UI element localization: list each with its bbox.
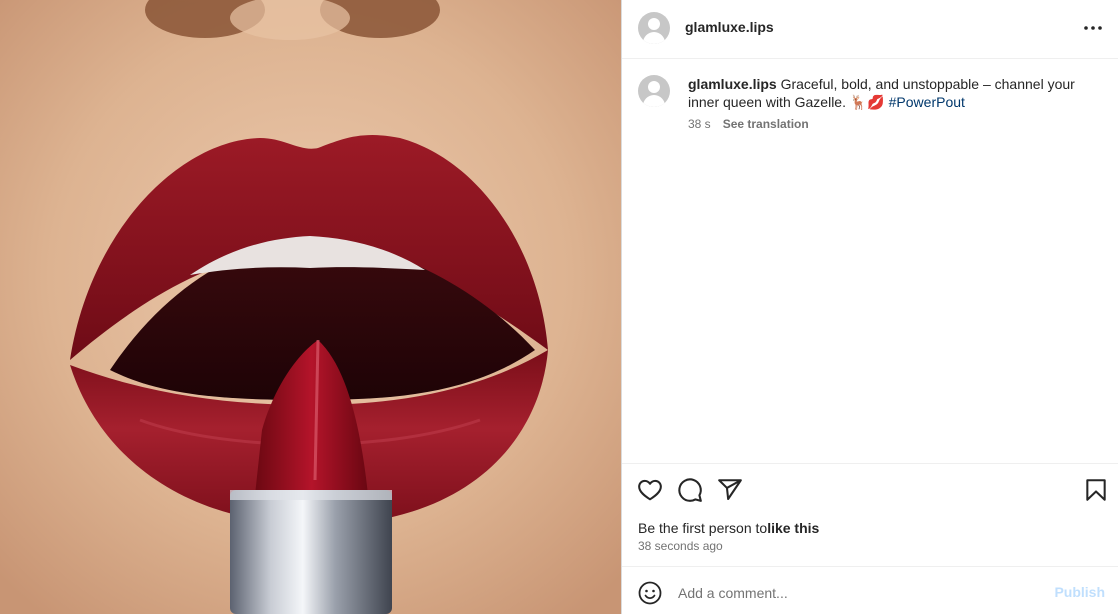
post-author-username[interactable]: glamluxe.lips — [685, 19, 774, 35]
action-bar: Be the first person tolike this 38 secon… — [622, 463, 1118, 566]
bookmark-icon[interactable] — [1083, 477, 1109, 503]
hashtag-link[interactable]: #PowerPout — [889, 94, 965, 110]
see-translation-link[interactable]: See translation — [723, 117, 809, 131]
caption-section: glamluxe.lips Graceful, bold, and unstop… — [622, 59, 1118, 463]
comment-input[interactable] — [678, 579, 1038, 607]
avatar[interactable] — [638, 12, 670, 44]
caption-meta: 38 s See translation — [688, 117, 809, 131]
emoji-icon[interactable] — [638, 581, 662, 605]
comment-bar: Publish — [622, 566, 1118, 614]
post-header: glamluxe.lips — [622, 0, 1118, 59]
publish-button[interactable]: Publish — [1054, 584, 1105, 600]
lips-lipstick-photo — [0, 0, 621, 614]
likes-prefix: Be the first person to — [638, 520, 768, 536]
caption-username[interactable]: glamluxe.lips — [688, 76, 777, 92]
post-image[interactable] — [0, 0, 621, 614]
share-icon[interactable] — [717, 477, 743, 503]
post-timestamp: 38 seconds ago — [638, 539, 723, 553]
more-options-icon — [1084, 26, 1102, 30]
caption-age: 38 s — [688, 117, 711, 131]
more-options-button[interactable] — [1081, 16, 1105, 40]
caption-avatar[interactable] — [638, 75, 670, 107]
caption-text: glamluxe.lips Graceful, bold, and unstop… — [688, 75, 1098, 111]
like-this-link[interactable]: like this — [767, 520, 819, 536]
post-side-panel: glamluxe.lips glamluxe.lips Graceful, bo… — [621, 0, 1118, 614]
comment-icon[interactable] — [677, 477, 703, 503]
likes-summary: Be the first person tolike this — [638, 520, 819, 536]
heart-icon[interactable] — [637, 477, 663, 503]
post-dialog: glamluxe.lips glamluxe.lips Graceful, bo… — [0, 0, 1118, 614]
